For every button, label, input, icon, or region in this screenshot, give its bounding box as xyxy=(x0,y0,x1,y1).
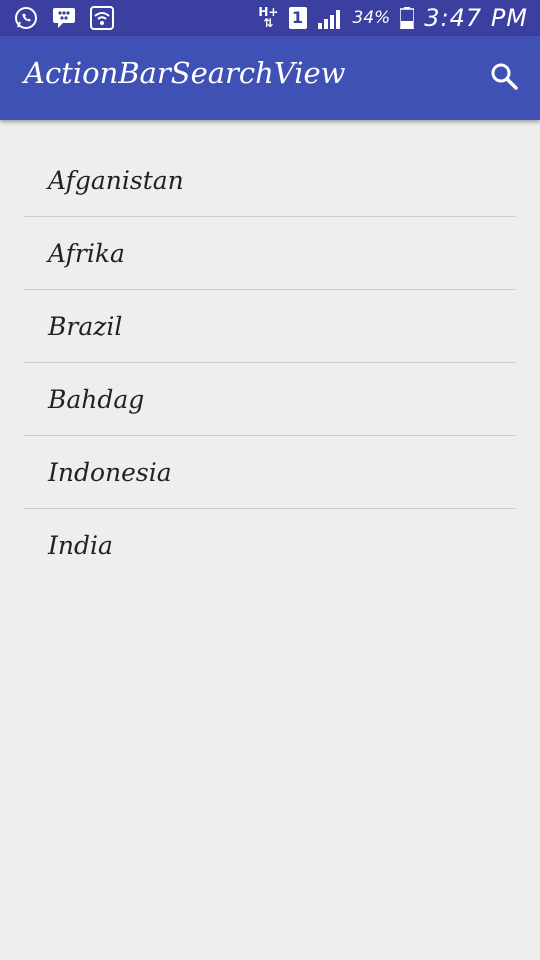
list-item-label: India xyxy=(48,530,113,560)
country-list: Afganistan Afrika Brazil Bahdag Indonesi… xyxy=(24,144,516,581)
search-icon xyxy=(490,62,518,94)
list-item[interactable]: Afrika xyxy=(24,217,516,290)
wifi-icon xyxy=(90,6,114,30)
app-bar: ActionBarSearchView xyxy=(0,36,540,120)
list-item-label: Afganistan xyxy=(48,165,184,195)
list-item-label: Indonesia xyxy=(48,457,172,487)
clock: 3:47 PM xyxy=(424,4,528,32)
list-item-label: Bahdag xyxy=(48,384,145,414)
list-item-label: Afrika xyxy=(48,238,125,268)
whatsapp-icon xyxy=(14,6,38,30)
bbm-icon xyxy=(52,7,76,29)
list-item-label: Brazil xyxy=(48,311,123,341)
status-bar: H+ ⇅ 1 34% 3:47 PM xyxy=(0,0,540,36)
battery-icon xyxy=(400,7,415,29)
battery-percent: 34% xyxy=(352,8,391,28)
app-title: ActionBarSearchView xyxy=(24,56,346,90)
sim-slot-badge: 1 xyxy=(288,7,307,29)
signal-icon xyxy=(317,7,343,29)
notification-icons xyxy=(14,6,114,30)
list-item[interactable]: Bahdag xyxy=(24,363,516,436)
list-item[interactable]: India xyxy=(24,509,516,581)
list-item[interactable]: Indonesia xyxy=(24,436,516,509)
list-item[interactable]: Afganistan xyxy=(24,144,516,217)
network-type: H+ ⇅ xyxy=(258,5,279,30)
list-item[interactable]: Brazil xyxy=(24,290,516,363)
search-button[interactable] xyxy=(486,60,522,96)
system-status: H+ ⇅ 1 34% 3:47 PM xyxy=(258,0,528,36)
